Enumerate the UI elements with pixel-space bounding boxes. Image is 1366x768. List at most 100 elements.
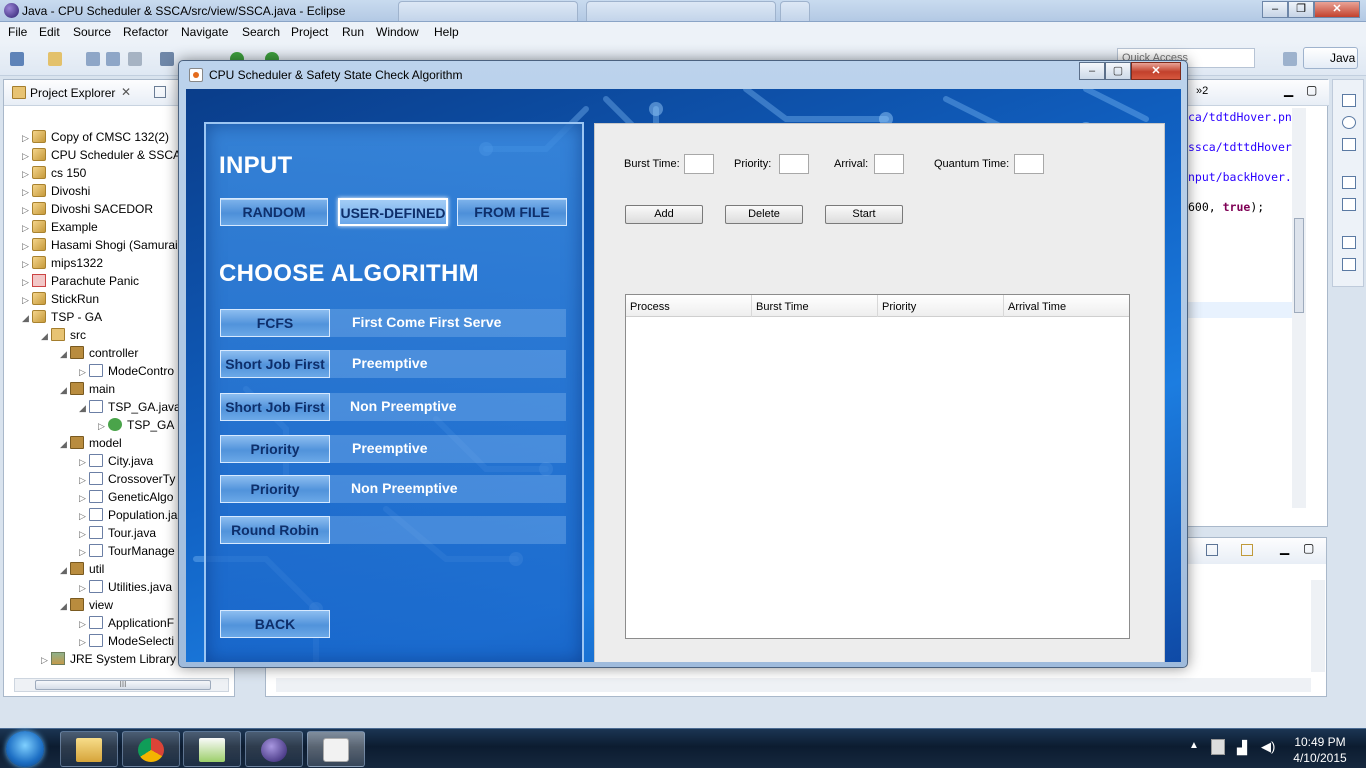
expand-right-icon[interactable]: ▷	[79, 493, 89, 504]
tree-item[interactable]: ◢ TSP_GA.java	[79, 400, 181, 418]
column-header-arrival-time[interactable]: Arrival Time	[1004, 295, 1129, 317]
hierarchy-icon[interactable]	[1342, 258, 1356, 271]
project-explorer-title[interactable]: Project Explorer	[30, 86, 115, 100]
random-input-button[interactable]: RANDOM	[220, 198, 328, 226]
restore-icon[interactable]	[1342, 176, 1356, 189]
tree-item[interactable]: ▷ CPU Scheduler & SSCA	[22, 148, 181, 166]
tree-item[interactable]: ◢ model	[60, 436, 122, 454]
taskbar-clock[interactable]: 10:49 PM 4/10/2015	[1280, 734, 1360, 766]
taskbar-java-app[interactable]	[307, 731, 365, 767]
expand-right-icon[interactable]: ▷	[79, 511, 89, 522]
minimize-icon[interactable]: ▁	[1280, 541, 1289, 555]
expand-right-icon[interactable]: ▷	[22, 223, 32, 234]
column-header-priority[interactable]: Priority	[878, 295, 1004, 317]
app-close-button[interactable]: ✕	[1131, 62, 1181, 80]
vertical-scrollbar[interactable]	[1311, 580, 1325, 672]
print-icon[interactable]	[128, 52, 142, 66]
start-button[interactable]: Start	[825, 205, 903, 224]
sjf-non-preemptive-button[interactable]: Short Job First	[220, 393, 330, 421]
column-header-process[interactable]: Process	[626, 295, 752, 317]
expand-right-icon[interactable]: ▷	[22, 151, 32, 162]
expand-right-icon[interactable]: ▷	[22, 277, 32, 288]
expand-down-icon[interactable]: ◢	[79, 403, 89, 414]
user-defined-input-button[interactable]: USER-DEFINED	[338, 198, 448, 226]
expand-down-icon[interactable]: ◢	[60, 385, 70, 396]
expand-right-icon[interactable]: ▷	[79, 529, 89, 540]
menu-window[interactable]: Window	[376, 25, 419, 39]
expand-right-icon[interactable]: ▷	[79, 475, 89, 486]
tree-item[interactable]: ◢ TSP - GA	[22, 310, 102, 328]
tab-overflow-indicator[interactable]: »2	[1196, 85, 1208, 97]
restore-button[interactable]: ❐	[1288, 1, 1314, 18]
tree-item[interactable]: ▷ Parachute Panic	[22, 274, 139, 292]
app-maximize-button[interactable]: ▢	[1105, 62, 1131, 80]
delete-button[interactable]: Delete	[725, 205, 803, 224]
menu-project[interactable]: Project	[291, 25, 328, 39]
task-list-icon[interactable]	[1342, 198, 1356, 211]
expand-down-icon[interactable]: ◢	[60, 349, 70, 360]
start-button[interactable]	[6, 731, 44, 767]
expand-down-icon[interactable]: ◢	[60, 439, 70, 450]
background-browser-tab[interactable]	[586, 1, 776, 21]
restore-icon[interactable]	[1342, 94, 1356, 107]
editor-vertical-scrollbar[interactable]	[1292, 108, 1306, 508]
scrollbar-thumb[interactable]: III	[35, 680, 211, 690]
expand-right-icon[interactable]: ▷	[22, 205, 32, 216]
minimize-button[interactable]: –	[1262, 1, 1288, 18]
tree-item[interactable]: ▷ cs 150	[22, 166, 86, 184]
code-line[interactable]: ssca/tdttdHover	[1188, 140, 1292, 154]
expand-right-icon[interactable]: ▷	[22, 187, 32, 198]
expand-right-icon[interactable]: ▷	[79, 637, 89, 648]
menu-run[interactable]: Run	[342, 25, 364, 39]
tree-item[interactable]: ◢ src	[41, 328, 86, 346]
round-robin-button[interactable]: Round Robin	[220, 516, 330, 544]
background-browser-tab[interactable]	[398, 1, 578, 21]
horizontal-scrollbar[interactable]: III	[14, 678, 229, 692]
tree-item[interactable]: ▷ ModeContro	[79, 364, 174, 382]
new-icon[interactable]	[10, 52, 24, 66]
taskbar-chrome[interactable]	[122, 731, 180, 767]
code-line[interactable]: ca/tdtdHover.pn	[1188, 110, 1292, 124]
save-icon[interactable]	[86, 52, 100, 66]
tree-item[interactable]: ▷ CrossoverTy	[79, 472, 175, 490]
priority-input[interactable]	[779, 154, 809, 174]
expand-down-icon[interactable]: ◢	[22, 313, 32, 324]
expand-right-icon[interactable]: ▷	[98, 421, 108, 432]
sjf-preemptive-button[interactable]: Short Job First	[220, 350, 330, 378]
code-line[interactable]: 600, true);	[1188, 200, 1264, 214]
tree-item[interactable]: ▷ Copy of CMSC 132(2)	[22, 130, 169, 148]
tree-item[interactable]: ▷ StickRun	[22, 292, 99, 310]
editor-minimize-icon[interactable]: ▁	[1284, 83, 1293, 97]
menu-edit[interactable]: Edit	[39, 25, 60, 39]
background-browser-tab[interactable]	[780, 1, 810, 21]
menu-file[interactable]: File	[8, 25, 27, 39]
expand-right-icon[interactable]: ▷	[22, 259, 32, 270]
tree-item[interactable]: ▷ Example	[22, 220, 98, 238]
tree-item[interactable]: ▷ GeneticAlgo	[79, 490, 173, 508]
expand-right-icon[interactable]: ▷	[22, 241, 32, 252]
action-center-icon[interactable]	[1211, 739, 1225, 755]
arrival-input[interactable]	[874, 154, 904, 174]
editor-maximize-icon[interactable]: ▢	[1306, 83, 1317, 97]
maximize-icon[interactable]: ▢	[1303, 541, 1314, 555]
expand-right-icon[interactable]: ▷	[79, 367, 89, 378]
expand-right-icon[interactable]: ▷	[22, 133, 32, 144]
process-table[interactable]: Process Burst Time Priority Arrival Time	[625, 294, 1130, 639]
editor-area[interactable]: »2 ▁ ▢ ca/tdtdHover.pn ssca/tdttdHover n…	[1183, 79, 1329, 527]
priority-preemptive-button[interactable]: Priority	[220, 435, 330, 463]
expand-right-icon[interactable]: ▷	[79, 583, 89, 594]
collapse-all-icon[interactable]	[154, 86, 166, 98]
open-console-icon[interactable]	[1241, 544, 1253, 556]
expand-down-icon[interactable]: ◢	[41, 331, 51, 342]
skip-breakpoints-icon[interactable]	[160, 52, 174, 66]
save-all-icon[interactable]	[106, 52, 120, 66]
tree-item[interactable]: ▷ JRE System Library [	[41, 652, 183, 670]
tree-item[interactable]: ▷ mips1322	[22, 256, 103, 274]
network-icon[interactable]: ▟	[1237, 740, 1247, 756]
tree-item[interactable]: ▷ TSP_GA	[98, 418, 174, 436]
tree-item[interactable]: ▷ Tour.java	[79, 526, 156, 544]
fcfs-button[interactable]: FCFS	[220, 309, 330, 337]
expand-right-icon[interactable]: ▷	[79, 457, 89, 468]
taskbar-notepad-plus[interactable]	[183, 731, 241, 767]
menu-navigate[interactable]: Navigate	[181, 25, 228, 39]
